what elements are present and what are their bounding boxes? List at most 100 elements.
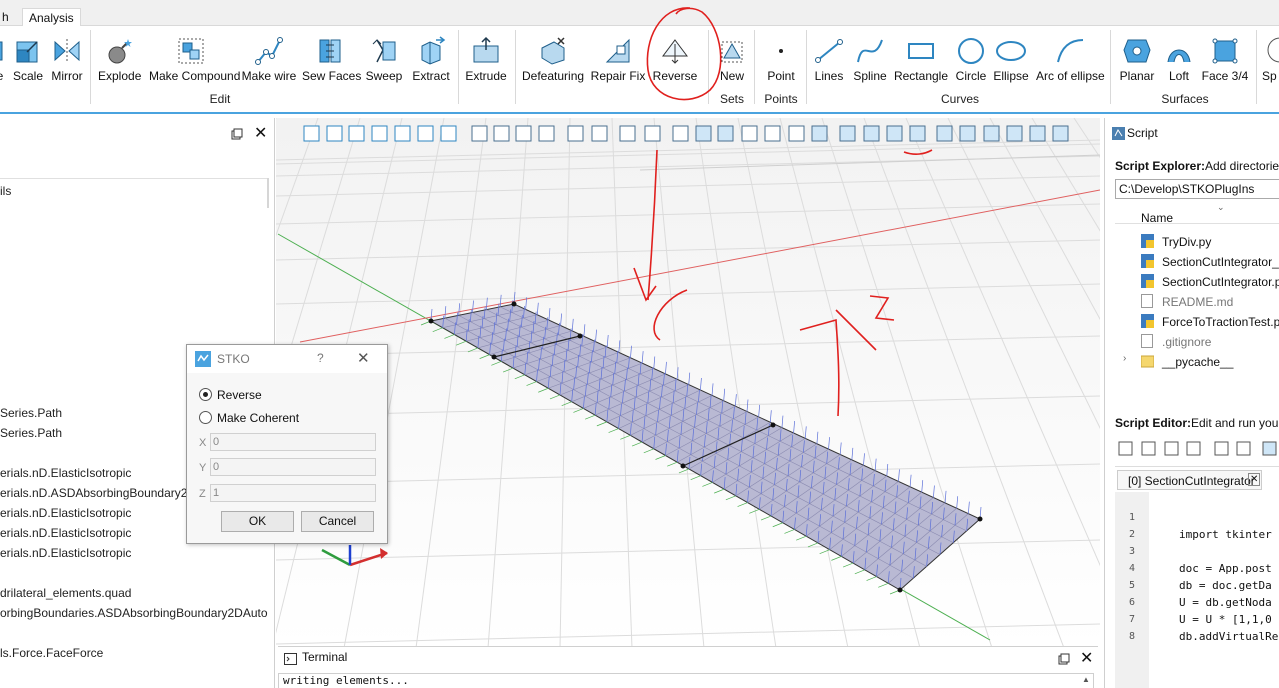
view-toolbar-icon[interactable] [644, 125, 661, 142]
view-toolbar-icon[interactable] [695, 125, 712, 142]
view-toolbar-icon[interactable] [591, 125, 608, 142]
view-toolbar-icon[interactable] [303, 125, 320, 142]
view-toolbar-icon[interactable] [515, 125, 532, 142]
tree-item[interactable]: Series.Path [0, 426, 62, 440]
view-toolbar-icon[interactable] [1029, 125, 1046, 142]
make-coherent-radio[interactable] [199, 411, 212, 424]
view-toolbar-icon[interactable] [672, 125, 689, 142]
editor-toolbar-icon[interactable] [1118, 441, 1133, 456]
float-terminal-icon[interactable] [1058, 653, 1070, 665]
view-toolbar-icon[interactable] [1006, 125, 1023, 142]
close-panel-icon[interactable]: ✕ [254, 126, 267, 142]
name-column-header[interactable]: Name [1141, 211, 1173, 225]
ellipse-button[interactable]: Ellipse [992, 36, 1030, 86]
editor-toolbar-icon[interactable] [1214, 441, 1229, 456]
editor-toolbar-icon[interactable] [1141, 441, 1156, 456]
x-field[interactable]: 0 [210, 433, 376, 451]
face-3-4-button[interactable]: Face 3/4 [1200, 36, 1250, 86]
tree-item[interactable]: erials.nD.ElasticIsotropic [0, 466, 131, 480]
view-toolbar-icon[interactable] [348, 125, 365, 142]
cancel-button[interactable]: Cancel [301, 511, 374, 532]
close-terminal-icon[interactable]: ✕ [1080, 648, 1093, 668]
file-item[interactable]: TryDiv.py [1141, 234, 1211, 249]
file-item[interactable]: ForceToTractionTest.py [1141, 314, 1279, 329]
view-toolbar-icon[interactable] [936, 125, 953, 142]
view-toolbar-icon[interactable] [959, 125, 976, 142]
reverse-radio[interactable] [199, 388, 212, 401]
sew-faces-button[interactable]: Sew Faces [302, 36, 361, 86]
float-panel-icon[interactable] [231, 128, 243, 143]
rectangle-button[interactable]: Rectangle [893, 36, 949, 86]
view-toolbar-icon[interactable] [717, 125, 734, 142]
arc-of-ellipse-button[interactable]: Arc of ellipse [1036, 36, 1105, 86]
tree-item[interactable]: erials.nD.ElasticIsotropic [0, 546, 131, 560]
tree-item[interactable]: Series.Path [0, 406, 62, 420]
view-toolbar-icon[interactable] [909, 125, 926, 142]
view-toolbar-icon[interactable] [788, 125, 805, 142]
view-toolbar-icon[interactable] [983, 125, 1000, 142]
editor-toolbar-icon[interactable] [1186, 441, 1201, 456]
spline-button[interactable]: Spline [852, 36, 888, 86]
view-toolbar-icon[interactable] [538, 125, 555, 142]
point-button[interactable]: Point [764, 36, 798, 86]
editor-tab[interactable]: [0] SectionCutIntegrator ✕ [1117, 470, 1262, 490]
view-toolbar-icon[interactable] [567, 125, 584, 142]
view-toolbar-icon[interactable] [1052, 125, 1069, 142]
tree-item[interactable]: orbingBoundaries.ASDAbsorbingBoundary2DA… [0, 606, 268, 620]
view-toolbar-icon[interactable] [417, 125, 434, 142]
file-item[interactable]: .gitignore [1141, 334, 1211, 349]
tree-item[interactable]: erials.nD.ASDAbsorbingBoundary2D [0, 486, 196, 500]
tab-home[interactable]: h [0, 8, 15, 26]
sweep-button[interactable]: Sweep [364, 36, 404, 86]
y-field[interactable]: 0 [210, 458, 376, 476]
view-toolbar-icon[interactable] [326, 125, 343, 142]
tree-item[interactable]: erials.nD.ElasticIsotropic [0, 526, 131, 540]
tab-analysis[interactable]: Analysis [22, 8, 81, 26]
editor-toolbar-icon[interactable] [1164, 441, 1179, 456]
loft-button[interactable]: Loft [1162, 36, 1196, 86]
close-tab-icon[interactable]: ✕ [1248, 473, 1261, 486]
editor-toolbar-icon[interactable] [1236, 441, 1251, 456]
help-button[interactable]: ? [317, 351, 324, 365]
sphere-button[interactable]: Sp [1262, 36, 1279, 86]
planar-button[interactable]: Planar [1118, 36, 1156, 86]
z-field[interactable]: 1 [210, 484, 376, 502]
mirror-button[interactable]: Mirror [50, 36, 84, 86]
transform-button[interactable]: e [0, 36, 6, 86]
view-toolbar-icon[interactable] [764, 125, 781, 142]
3d-viewport[interactable] [276, 118, 1100, 648]
code-editor[interactable]: 1 2 import tkinter 3 4 doc = App.post 5 db = do… [1115, 492, 1279, 688]
view-toolbar-icon[interactable] [394, 125, 411, 142]
tree-item[interactable]: erials.nD.ElasticIsotropic [0, 506, 131, 520]
circle-button[interactable]: Circle [954, 36, 988, 86]
dialog-close-icon[interactable]: ✕ [357, 349, 370, 367]
extract-button[interactable]: Extract [410, 36, 452, 86]
tree-item[interactable]: ls.Force.FaceForce [0, 646, 103, 660]
file-item[interactable]: SectionCutIntegrator.p [1141, 274, 1279, 289]
defeaturing-button[interactable]: Defeaturing [522, 36, 584, 86]
tree-item[interactable]: drilateral_elements.quad [0, 586, 131, 600]
script-path-field[interactable]: C:\Develop\STKOPlugIns [1115, 179, 1279, 199]
view-toolbar-icon[interactable] [863, 125, 880, 142]
view-toolbar-icon[interactable] [440, 125, 457, 142]
view-toolbar-icon[interactable] [493, 125, 510, 142]
make-wire-button[interactable]: Make wire [240, 36, 298, 86]
folder-item[interactable]: __pycache__ [1141, 354, 1233, 369]
view-toolbar-icon[interactable] [886, 125, 903, 142]
file-item[interactable]: SectionCutIntegrator_ [1141, 254, 1279, 269]
expand-folder-icon[interactable]: › [1123, 353, 1126, 364]
lines-button[interactable]: Lines [812, 36, 846, 86]
file-item[interactable]: README.md [1141, 294, 1233, 309]
view-toolbar-icon[interactable] [619, 125, 636, 142]
ok-button[interactable]: OK [221, 511, 294, 532]
view-toolbar-icon[interactable] [839, 125, 856, 142]
scale-button[interactable]: Scale [12, 36, 44, 86]
view-toolbar-icon[interactable] [811, 125, 828, 142]
scroll-up-icon[interactable]: ▲ [1082, 675, 1090, 684]
explode-button[interactable]: Explode [98, 36, 141, 86]
make-compound-button[interactable]: Make Compound [149, 36, 240, 86]
view-toolbar-icon[interactable] [471, 125, 488, 142]
view-toolbar-icon[interactable] [741, 125, 758, 142]
extrude-button[interactable]: Extrude [464, 36, 508, 86]
editor-toolbar-icon[interactable] [1262, 441, 1277, 456]
